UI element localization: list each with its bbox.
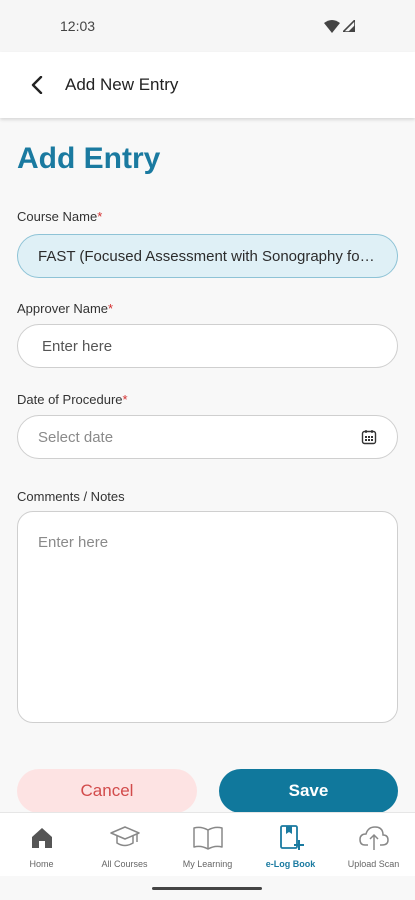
approver-name-label: Approver Name* bbox=[17, 301, 114, 316]
nav-item-my-learning[interactable]: My Learning bbox=[166, 813, 249, 876]
required-mark: * bbox=[97, 209, 103, 224]
form-content: Add Entry Course Name* FAST (Focused Ass… bbox=[0, 118, 415, 813]
wifi-icon bbox=[324, 19, 340, 33]
status-time: 12:03 bbox=[60, 18, 96, 34]
status-bar: 12:03 bbox=[0, 0, 415, 52]
comments-placeholder: Enter here bbox=[38, 534, 109, 551]
graduation-cap-icon bbox=[109, 824, 141, 852]
calendar-icon[interactable] bbox=[361, 429, 377, 445]
approver-name-placeholder: Enter here bbox=[42, 337, 113, 355]
cloud-upload-icon bbox=[358, 824, 389, 852]
page-title: Add Entry bbox=[17, 142, 161, 175]
signal-icon bbox=[343, 20, 355, 32]
approver-name-input[interactable]: Enter here bbox=[17, 324, 398, 368]
date-of-procedure-field[interactable]: Select date bbox=[17, 415, 398, 459]
course-name-value: FAST (Focused Assessment with Sonography… bbox=[38, 247, 377, 265]
bottom-nav: Home All Courses My Learning e-Log Book … bbox=[0, 812, 415, 876]
nav-item-upload-scan[interactable]: Upload Scan bbox=[332, 813, 415, 876]
save-button[interactable]: Save bbox=[219, 769, 398, 813]
required-mark: * bbox=[108, 301, 114, 316]
app-bar-title: Add New Entry bbox=[65, 75, 179, 94]
nav-item-all-courses[interactable]: All Courses bbox=[83, 813, 166, 876]
cancel-button[interactable]: Cancel bbox=[17, 769, 197, 813]
home-icon bbox=[30, 824, 54, 852]
nav-label: Home bbox=[29, 859, 54, 869]
back-button[interactable] bbox=[22, 70, 52, 100]
nav-label: All Courses bbox=[101, 859, 148, 869]
home-indicator[interactable] bbox=[152, 887, 262, 890]
course-name-label: Course Name* bbox=[17, 209, 103, 224]
date-placeholder: Select date bbox=[38, 428, 114, 446]
status-icons bbox=[324, 19, 355, 33]
back-arrow-icon bbox=[31, 76, 43, 94]
nav-label: e-Log Book bbox=[265, 859, 316, 869]
date-of-procedure-label: Date of Procedure* bbox=[17, 392, 128, 407]
comments-textarea[interactable]: Enter here bbox=[17, 511, 398, 723]
course-name-field[interactable]: FAST (Focused Assessment with Sonography… bbox=[17, 234, 398, 278]
comments-label: Comments / Notes bbox=[17, 489, 125, 504]
nav-item-e-log-book[interactable]: e-Log Book bbox=[249, 813, 332, 876]
book-icon bbox=[192, 824, 224, 852]
logbook-add-icon bbox=[277, 824, 305, 852]
nav-label: Upload Scan bbox=[347, 859, 400, 869]
app-bar: Add New Entry bbox=[0, 52, 415, 118]
nav-label: My Learning bbox=[182, 859, 233, 869]
required-mark: * bbox=[122, 392, 128, 407]
nav-item-home[interactable]: Home bbox=[0, 813, 83, 876]
